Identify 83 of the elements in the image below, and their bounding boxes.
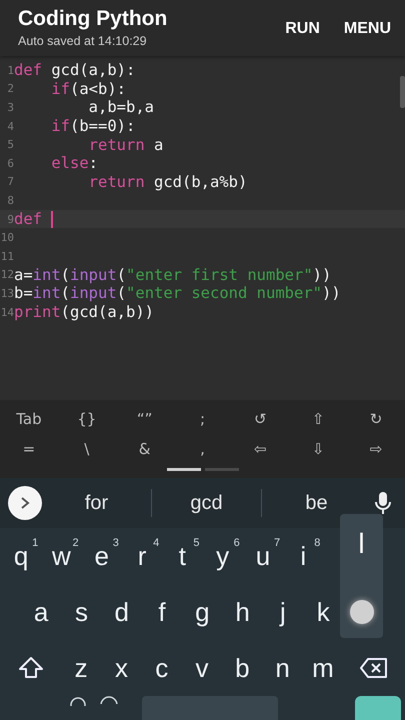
code-line: else: <box>50 154 98 172</box>
backspace-icon <box>360 658 388 678</box>
key[interactable]: z <box>61 643 102 693</box>
line-number: 3 <box>6 100 14 114</box>
extra-key[interactable]: “” <box>134 406 156 432</box>
key-hint: 7 <box>274 537 280 549</box>
line-number: 5 <box>6 138 14 152</box>
line-number: 11 <box>0 250 14 263</box>
suggestion[interactable]: gcd <box>152 492 261 514</box>
extra-key[interactable]: ⇩ <box>307 436 330 462</box>
key-hint: 8 <box>314 537 320 549</box>
key-hint: 3 <box>112 537 119 549</box>
key-hint: 4 <box>153 537 160 549</box>
line-number: 14 <box>0 306 14 319</box>
code-line: return gcd(b,a%b) <box>88 172 248 191</box>
code-line: b=int(input("enter second number")) <box>14 284 341 302</box>
key[interactable]: a <box>21 587 62 637</box>
code-line: a,b=b,a <box>88 98 154 116</box>
key-hint: 1 <box>32 537 38 549</box>
extra-key[interactable]: & <box>134 436 156 462</box>
line-number: 13 <box>0 286 14 300</box>
key[interactable]: t 5 <box>162 531 202 581</box>
key[interactable]: v <box>182 643 222 693</box>
extra-key[interactable]: , <box>191 436 214 462</box>
key[interactable]: k <box>303 587 344 637</box>
key[interactable]: f <box>142 587 182 637</box>
code-line: def gcd(a,b): <box>14 61 136 80</box>
text-cursor <box>51 210 54 228</box>
key[interactable]: h <box>222 587 263 637</box>
extra-key[interactable]: ↺ <box>249 406 272 432</box>
code-line: print(gcd(a,b)) <box>14 303 154 322</box>
line-number: 2 <box>6 82 14 96</box>
key[interactable]: d <box>102 587 142 637</box>
key[interactable]: m <box>302 643 344 693</box>
line-number: 6 <box>6 156 14 170</box>
key-hint: 5 <box>193 537 200 549</box>
code-line: if(b==0): <box>50 117 136 136</box>
line-number: 10 <box>0 231 14 244</box>
key[interactable]: i 8 <box>283 531 324 581</box>
extra-key[interactable]: ⇧ <box>307 406 330 432</box>
line-number: 12 <box>0 268 14 282</box>
scrollbar[interactable] <box>400 76 405 108</box>
autosave-status: Auto saved at 14:10:29 <box>18 33 148 49</box>
code-line: if(a<b): <box>50 80 126 98</box>
expand-button[interactable] <box>8 486 42 520</box>
line-number: 8 <box>6 194 14 207</box>
code-line: def <box>14 210 43 228</box>
shift-icon <box>18 656 44 680</box>
microphone-icon[interactable] <box>375 491 391 515</box>
app-title: Coding Python <box>18 6 168 32</box>
key[interactable]: g <box>182 587 222 637</box>
key-hint: 6 <box>234 537 240 549</box>
popup-letter: l <box>358 528 365 560</box>
menu-button[interactable]: MENU <box>332 18 405 40</box>
line-number: 9 <box>6 212 14 226</box>
globe-icon[interactable] <box>100 696 118 704</box>
key[interactable]: b <box>222 643 262 693</box>
line-number: 1 <box>6 64 14 77</box>
touch-indicator <box>350 600 374 624</box>
key[interactable]: x <box>101 643 142 693</box>
chevron-right-icon <box>19 496 31 510</box>
suggestion[interactable]: be <box>262 492 371 514</box>
extra-key[interactable]: \ <box>76 436 98 462</box>
key[interactable]: j <box>262 587 304 637</box>
key[interactable]: r 4 <box>122 531 162 581</box>
extra-key[interactable]: = <box>18 436 40 462</box>
extra-key[interactable]: ↻ <box>365 406 388 432</box>
line-number: 7 <box>6 175 14 188</box>
extra-key[interactable]: Tab <box>16 406 42 432</box>
key-hint: 2 <box>72 537 79 549</box>
extra-key[interactable]: {} <box>76 406 98 432</box>
emoji-icon[interactable] <box>70 696 86 706</box>
key[interactable]: s <box>61 587 102 637</box>
code-line: a=int(input("enter first number")) <box>14 266 332 284</box>
extra-key[interactable]: ; <box>191 406 214 432</box>
key[interactable]: c <box>142 643 182 693</box>
extra-key[interactable]: ⇨ <box>365 436 388 462</box>
extra-key[interactable]: ⇦ <box>249 436 272 462</box>
code-line: return a <box>88 136 164 154</box>
suggestion[interactable]: for <box>42 492 151 514</box>
key[interactable]: n <box>262 643 303 693</box>
line-number: 4 <box>6 120 14 133</box>
run-button[interactable]: RUN <box>273 18 332 40</box>
